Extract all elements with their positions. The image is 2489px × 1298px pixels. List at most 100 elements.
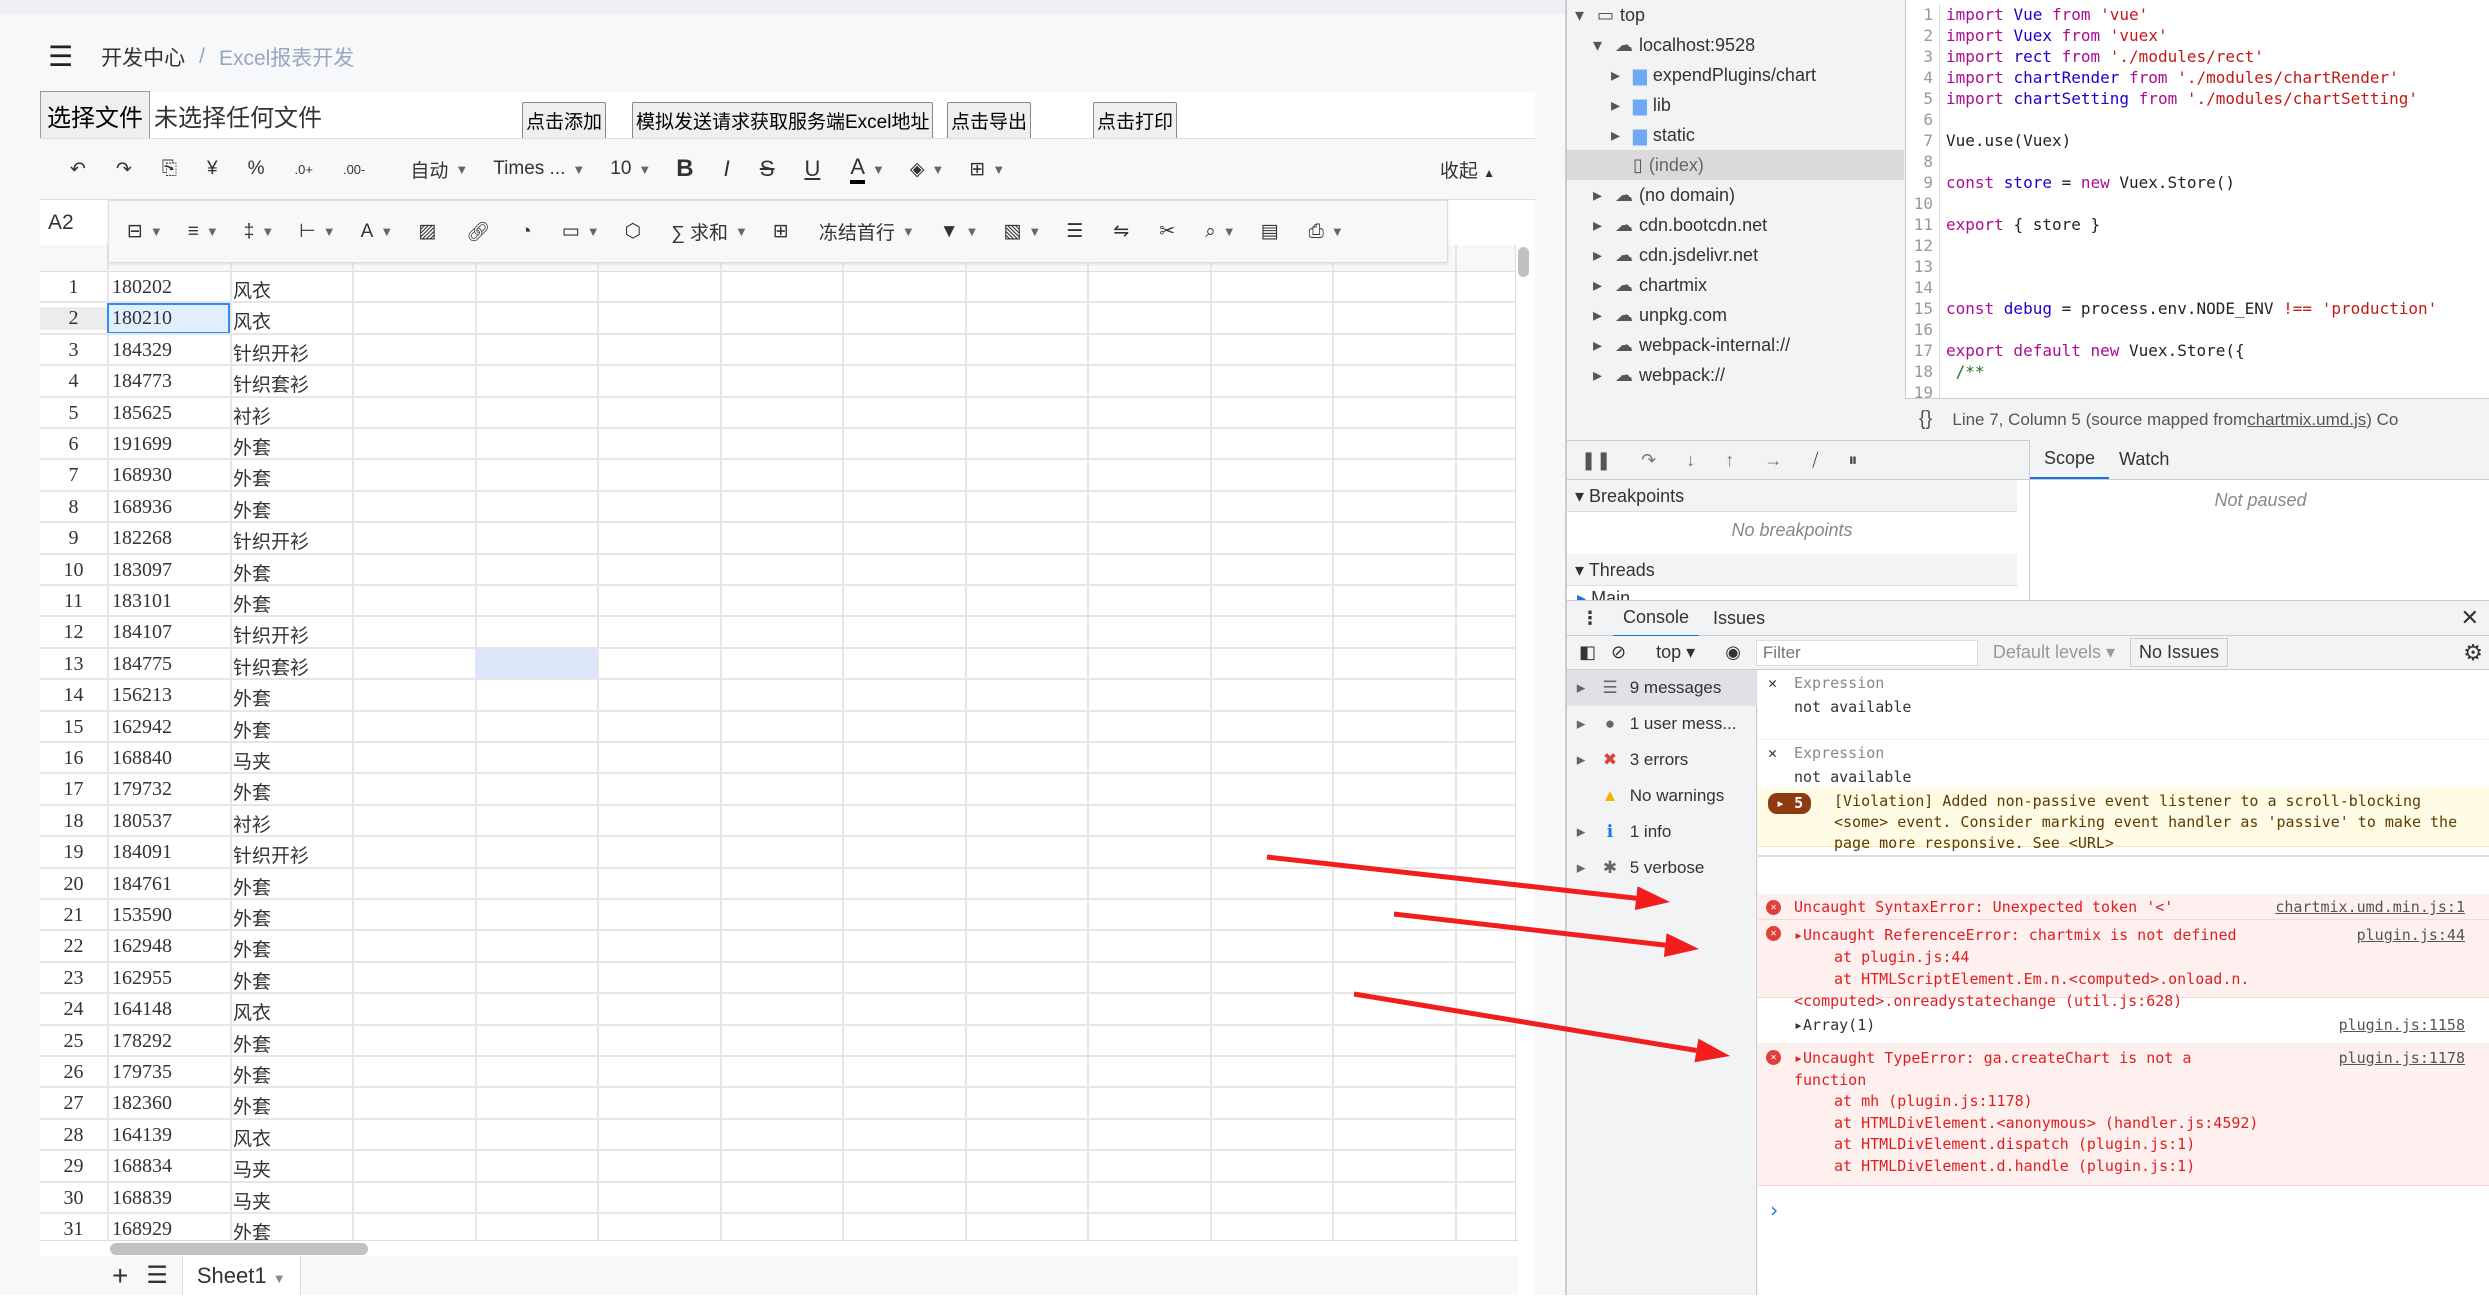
row-number[interactable]: 20 <box>40 873 107 896</box>
tree-item[interactable]: ▸ ☁ cdn.bootcdn.net <box>1593 210 1767 240</box>
log-levels-select[interactable]: Default levels ▾ <box>1993 642 2115 663</box>
cell-category[interactable]: 衬衫 <box>233 810 271 837</box>
threads-section[interactable]: ▾ Threads <box>1567 554 2017 586</box>
stack-frame[interactable]: at HTMLDivElement.d.handle (plugin.js:1) <box>1794 1156 2483 1178</box>
caret-right-icon[interactable]: ▸ <box>1593 300 1609 330</box>
pause-on-exceptions-icon[interactable]: ⏸ <box>1848 450 1857 471</box>
console-sidebar-item[interactable]: ▲ No warnings <box>1567 778 1757 814</box>
fill-color-icon[interactable]: ◈ <box>910 158 925 181</box>
freeze-first-row-button[interactable]: 冻结首行 <box>819 218 895 245</box>
cell-category[interactable]: 外套 <box>233 967 271 994</box>
vertical-scrollbar[interactable] <box>1515 245 1530 1240</box>
code-line[interactable]: 14 <box>1906 277 1946 298</box>
cell-code[interactable]: 184773 <box>112 370 172 393</box>
row-number[interactable]: 13 <box>40 653 107 676</box>
line-number[interactable]: 1 <box>1906 4 1940 25</box>
remove-expression-icon[interactable]: ✕ <box>1768 674 1777 692</box>
table-row[interactable]: 7 168930 外套 <box>40 460 1518 492</box>
row-number[interactable]: 10 <box>40 559 107 582</box>
decrease-decimal-icon[interactable]: .00- <box>343 162 365 177</box>
cell-category[interactable]: 风衣 <box>233 307 271 334</box>
shape-icon[interactable]: ⬡ <box>625 220 642 243</box>
filter-input[interactable] <box>1755 639 1978 666</box>
cell-category[interactable]: 外套 <box>233 684 271 711</box>
table-row[interactable]: 26 179735 外套 <box>40 1057 1518 1089</box>
remove-expression-icon[interactable]: ✕ <box>1768 744 1777 762</box>
screenshot-icon[interactable]: ▤ <box>1261 220 1279 243</box>
caret-right-icon[interactable]: ▸ <box>1567 850 1595 886</box>
cell-category[interactable]: 针织开衫 <box>233 527 309 554</box>
row-number[interactable]: 28 <box>40 1124 107 1147</box>
filter-icon[interactable]: ▼ <box>940 221 959 243</box>
cell-code[interactable]: 162955 <box>112 967 172 990</box>
line-number[interactable]: 5 <box>1906 88 1940 109</box>
console-sidebar-item[interactable]: ▸ ✱ 5 verbose <box>1567 850 1757 886</box>
fetch-excel-button[interactable]: 模拟发送请求获取服务端Excel地址 <box>632 102 934 139</box>
tree-item[interactable]: ▸ ☁ cdn.jsdelivr.net <box>1593 240 1758 270</box>
code-line[interactable]: 10 <box>1906 193 1946 214</box>
chevron-down-icon[interactable]: ▼ <box>932 162 945 177</box>
expression-label[interactable]: Expression <box>1794 674 2483 692</box>
row-number[interactable]: 29 <box>40 1155 107 1178</box>
caret-right-icon[interactable]: ▸ <box>1593 210 1609 240</box>
cell-category[interactable]: 针织开衫 <box>233 339 309 366</box>
image-icon[interactable]: ▨ <box>418 220 436 243</box>
cell-category[interactable]: 风衣 <box>233 998 271 1025</box>
comment-icon[interactable]: ▭ <box>562 220 580 243</box>
tree-item[interactable]: ▸ ▆ static <box>1611 120 1695 150</box>
pause-icon[interactable]: ❚❚ <box>1581 450 1611 471</box>
line-number[interactable]: 13 <box>1906 256 1940 277</box>
tab-console[interactable]: Console <box>1613 600 1700 637</box>
add-button[interactable]: 点击添加 <box>522 102 607 139</box>
conditional-format-icon[interactable]: ▧ <box>1003 220 1021 243</box>
font-family-select[interactable]: Times ... <box>493 158 565 180</box>
cell-category[interactable]: 外套 <box>233 873 271 900</box>
tree-item[interactable]: ▸ ☁ webpack:// <box>1593 360 1725 390</box>
table-row[interactable]: 8 168936 外套 <box>40 492 1518 524</box>
chevron-down-icon[interactable]: ▼ <box>587 224 600 239</box>
cell-category[interactable]: 衬衫 <box>233 402 271 429</box>
sheet-tab[interactable]: Sheet1 ▼ <box>181 1256 301 1295</box>
row-number[interactable]: 14 <box>40 684 107 707</box>
chevron-down-icon[interactable]: ▼ <box>206 224 219 239</box>
row-number[interactable]: 17 <box>40 778 107 801</box>
expression-label[interactable]: Expression <box>1794 744 2483 762</box>
line-number[interactable]: 19 <box>1906 382 1940 398</box>
merge-cells-icon[interactable]: ⊟ <box>127 220 143 243</box>
cell-category[interactable]: 外套 <box>233 590 271 617</box>
console-sidebar-item[interactable]: ▸ ℹ 1 info <box>1567 814 1757 850</box>
cell-code[interactable]: 164139 <box>112 1124 172 1147</box>
row-number[interactable]: 27 <box>40 1092 107 1115</box>
sidebar-toggle-icon[interactable]: ◧ <box>1579 642 1596 663</box>
tree-item[interactable]: ▸ ▆ expendPlugins/chart <box>1611 60 1816 90</box>
caret-right-icon[interactable]: ▸ <box>1593 180 1609 210</box>
line-number[interactable]: 3 <box>1906 46 1940 67</box>
table-row[interactable]: 19 184091 针织开衫 <box>40 837 1518 869</box>
table-row[interactable]: 4 184773 针织套衫 <box>40 366 1518 398</box>
chevron-down-icon[interactable]: ▼ <box>735 224 748 239</box>
source-link[interactable]: plugin.js:44 <box>2357 924 2465 946</box>
cell-code[interactable]: 180210 <box>112 307 172 330</box>
cell-code[interactable]: 168839 <box>112 1187 172 1210</box>
table-row[interactable]: 2 180210 风衣 <box>40 303 1518 335</box>
code-line[interactable]: 11 export { store } <box>1906 214 2100 235</box>
tree-item[interactable]: ▯ (index) <box>1567 150 1904 180</box>
code-line[interactable]: 17 export default new Vuex.Store({ <box>1906 340 2245 361</box>
font-color-button[interactable]: A <box>850 154 866 184</box>
cell-code[interactable]: 182268 <box>112 527 172 550</box>
code-line[interactable]: 7 Vue.use(Vuex) <box>1906 130 2071 151</box>
undo-icon[interactable]: ↶ <box>70 158 86 181</box>
table-row[interactable]: 31 168929 外套 <box>40 1214 1518 1240</box>
menu-fold-icon[interactable]: ☰ <box>48 40 73 73</box>
caret-right-icon[interactable]: ▸ <box>1567 670 1595 706</box>
code-line[interactable]: 6 <box>1906 109 1946 130</box>
row-number[interactable]: 25 <box>40 1030 107 1053</box>
row-number[interactable]: 22 <box>40 935 107 958</box>
line-number[interactable]: 16 <box>1906 319 1940 340</box>
row-number[interactable]: 8 <box>40 496 107 519</box>
cell-category[interactable]: 风衣 <box>233 276 271 303</box>
row-number[interactable]: 15 <box>40 716 107 739</box>
chart-icon[interactable]: ◔ <box>520 221 531 243</box>
sum-button[interactable]: ∑ 求和 <box>671 218 728 245</box>
step-into-icon[interactable]: ↓ <box>1686 450 1695 471</box>
